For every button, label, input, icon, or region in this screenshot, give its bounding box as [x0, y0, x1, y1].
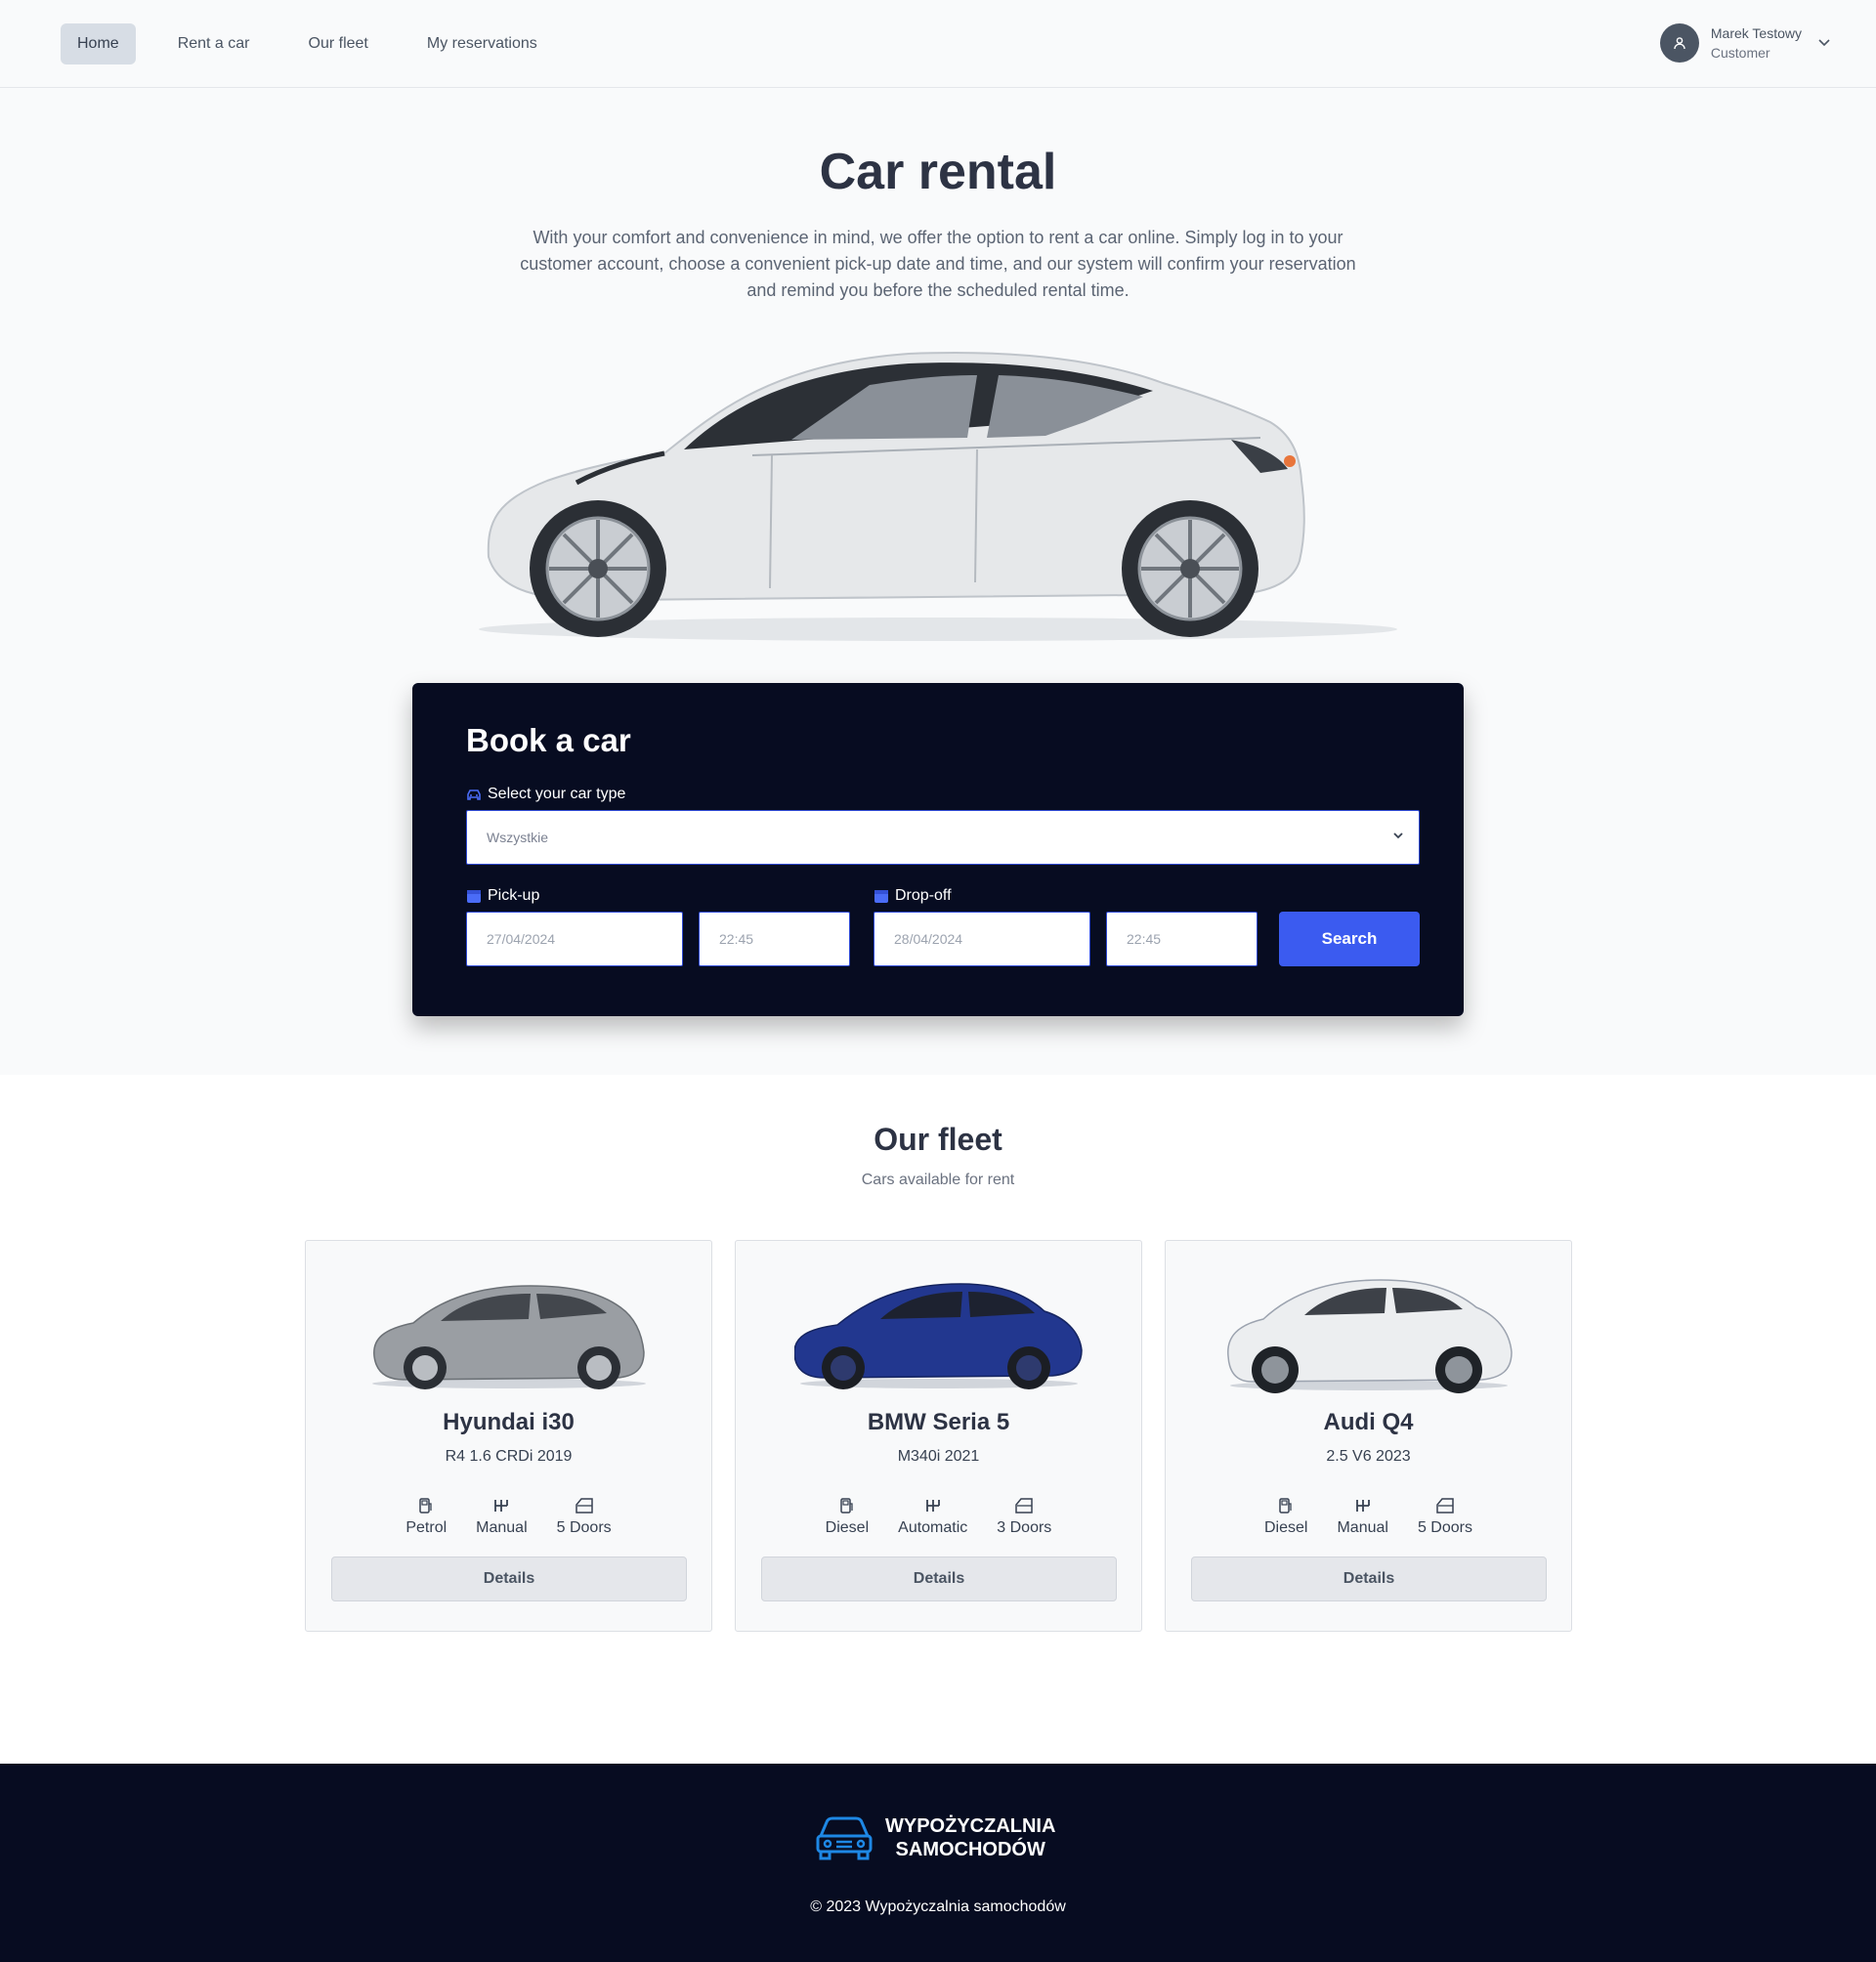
spec-fuel: Petrol: [405, 1497, 447, 1537]
top-navbar: Home Rent a car Our fleet My reservation…: [0, 0, 1876, 88]
car-door-icon: [575, 1498, 593, 1514]
spec-gearbox: Automatic: [898, 1497, 967, 1537]
gearbox-icon: [494, 1500, 509, 1512]
calendar-icon: [874, 890, 888, 903]
car-image: [1227, 1279, 1513, 1393]
dropoff-label: Drop-off: [874, 887, 952, 905]
car-front-icon: [816, 1816, 873, 1860]
car-card-audi-q4: Audi Q4 2.5 V6 2023 Diesel Manual 5 Door…: [1165, 1240, 1572, 1632]
pickup-time-input[interactable]: 22:45: [699, 912, 850, 966]
car-type-select[interactable]: Wszystkie: [466, 810, 1420, 865]
car-specs: Diesel Manual 5 Doors: [1166, 1497, 1571, 1537]
chevron-down-icon: [1818, 39, 1830, 47]
gearbox-icon: [925, 1500, 940, 1512]
dropoff-time-input[interactable]: 22:45: [1106, 912, 1258, 966]
spec-gearbox: Manual: [1337, 1497, 1388, 1537]
copyright: © 2023 Wypożyczalnia samochodów: [810, 1898, 1066, 1915]
spec-gearbox-text: Manual: [476, 1519, 528, 1536]
spec-doors: 3 Doors: [997, 1497, 1051, 1537]
car-name: Hyundai i30: [443, 1409, 575, 1435]
search-button[interactable]: Search: [1279, 912, 1420, 966]
spec-gearbox-text: Manual: [1337, 1519, 1388, 1536]
spec-gearbox: Manual: [476, 1497, 528, 1537]
nav-links: Home Rent a car Our fleet My reservation…: [61, 23, 554, 64]
car-specs: Diesel Automatic 3 Doors: [736, 1497, 1141, 1537]
avatar: [1659, 23, 1699, 63]
nav-link-home[interactable]: Home: [61, 23, 136, 64]
nav-link-my-reservations[interactable]: My reservations: [410, 23, 554, 64]
spec-fuel-text: Petrol: [405, 1519, 448, 1536]
hero-car-image: [479, 352, 1397, 641]
user-menu[interactable]: Marek Testowy Customer: [1659, 23, 1831, 63]
logo-line-2: SAMOCHODÓW: [895, 1839, 1045, 1860]
car-type-label-text: Select your car type: [488, 786, 626, 802]
car-door-icon: [1436, 1498, 1454, 1514]
nav-link-rent-a-car[interactable]: Rent a car: [161, 23, 267, 64]
spec-fuel: Diesel: [1264, 1497, 1307, 1537]
user-icon: [1674, 37, 1685, 50]
dropoff-date-input[interactable]: 28/04/2024: [874, 912, 1090, 966]
dropoff-date-value: 28/04/2024: [894, 931, 963, 947]
pickup-time-value: 22:45: [719, 931, 754, 947]
hero-description: With your comfort and convenience in min…: [520, 228, 1356, 300]
user-role: Customer: [1710, 45, 1770, 61]
booking-panel: Book a car Select your car type Wszystki…: [412, 683, 1464, 1016]
spec-fuel: Diesel: [826, 1497, 869, 1537]
fleet-section: Our fleet Cars available for rent Hyunda…: [0, 1075, 1876, 1764]
spec-fuel-text: Diesel: [825, 1519, 870, 1536]
fleet-title: Our fleet: [874, 1122, 1002, 1157]
dropoff-time-value: 22:45: [1127, 931, 1162, 947]
car-image: [372, 1285, 646, 1389]
details-button[interactable]: Details: [1191, 1557, 1547, 1601]
logo-line-1: WYPOŻYCZALNIA: [885, 1815, 1056, 1837]
car-type-value: Wszystkie: [487, 830, 548, 845]
spec-doors-text: 5 Doors: [1417, 1519, 1472, 1536]
car-card-hyundai-i30: Hyundai i30 R4 1.6 CRDi 2019 Petrol Manu…: [305, 1240, 712, 1632]
details-button[interactable]: Details: [761, 1557, 1117, 1601]
gearbox-icon: [1355, 1500, 1370, 1512]
car-specs: Petrol Manual 5 Doors: [306, 1497, 711, 1537]
spec-doors-text: 3 Doors: [997, 1519, 1052, 1536]
page-title: Car rental: [819, 144, 1057, 200]
pickup-label-text: Pick-up: [488, 887, 540, 904]
car-name: BMW Seria 5: [867, 1409, 1010, 1435]
details-button[interactable]: Details: [331, 1557, 687, 1601]
car-door-icon: [1015, 1498, 1034, 1514]
car-version: R4 1.6 CRDi 2019: [445, 1448, 573, 1465]
spec-gearbox-text: Automatic: [898, 1519, 968, 1536]
car-card-bmw-seria-5: BMW Seria 5 M340i 2021 Diesel Automatic …: [735, 1240, 1142, 1632]
dropoff-label-text: Drop-off: [895, 887, 952, 904]
car-image: [794, 1283, 1083, 1389]
fleet-subtitle: Cars available for rent: [861, 1172, 1015, 1188]
calendar-icon: [467, 890, 481, 903]
pickup-date-value: 27/04/2024: [487, 931, 556, 947]
booking-title: Book a car: [466, 722, 631, 758]
fuel-pump-icon: [1279, 1498, 1292, 1514]
car-icon: [467, 789, 481, 800]
car-version: M340i 2021: [897, 1448, 980, 1465]
spec-doors-text: 5 Doors: [556, 1519, 612, 1536]
user-name: Marek Testowy: [1710, 25, 1802, 41]
spec-doors: 5 Doors: [557, 1497, 612, 1537]
nav-link-our-fleet[interactable]: Our fleet: [292, 23, 385, 64]
fuel-pump-icon: [840, 1498, 853, 1514]
pickup-date-input[interactable]: 27/04/2024: [466, 912, 683, 966]
fuel-pump-icon: [419, 1498, 432, 1514]
chevron-down-icon: [1393, 832, 1403, 839]
pickup-label: Pick-up: [466, 887, 539, 905]
spec-doors: 5 Doors: [1418, 1497, 1472, 1537]
spec-fuel-text: Diesel: [1264, 1519, 1308, 1536]
footer: WYPOŻYCZALNIA SAMOCHODÓW © 2023 Wypożycz…: [0, 1764, 1876, 1962]
car-type-label: Select your car type: [466, 786, 625, 803]
car-version: 2.5 V6 2023: [1326, 1448, 1411, 1465]
footer-logo: WYPOŻYCZALNIA SAMOCHODÓW: [815, 1814, 1055, 1861]
car-name: Audi Q4: [1323, 1409, 1414, 1435]
